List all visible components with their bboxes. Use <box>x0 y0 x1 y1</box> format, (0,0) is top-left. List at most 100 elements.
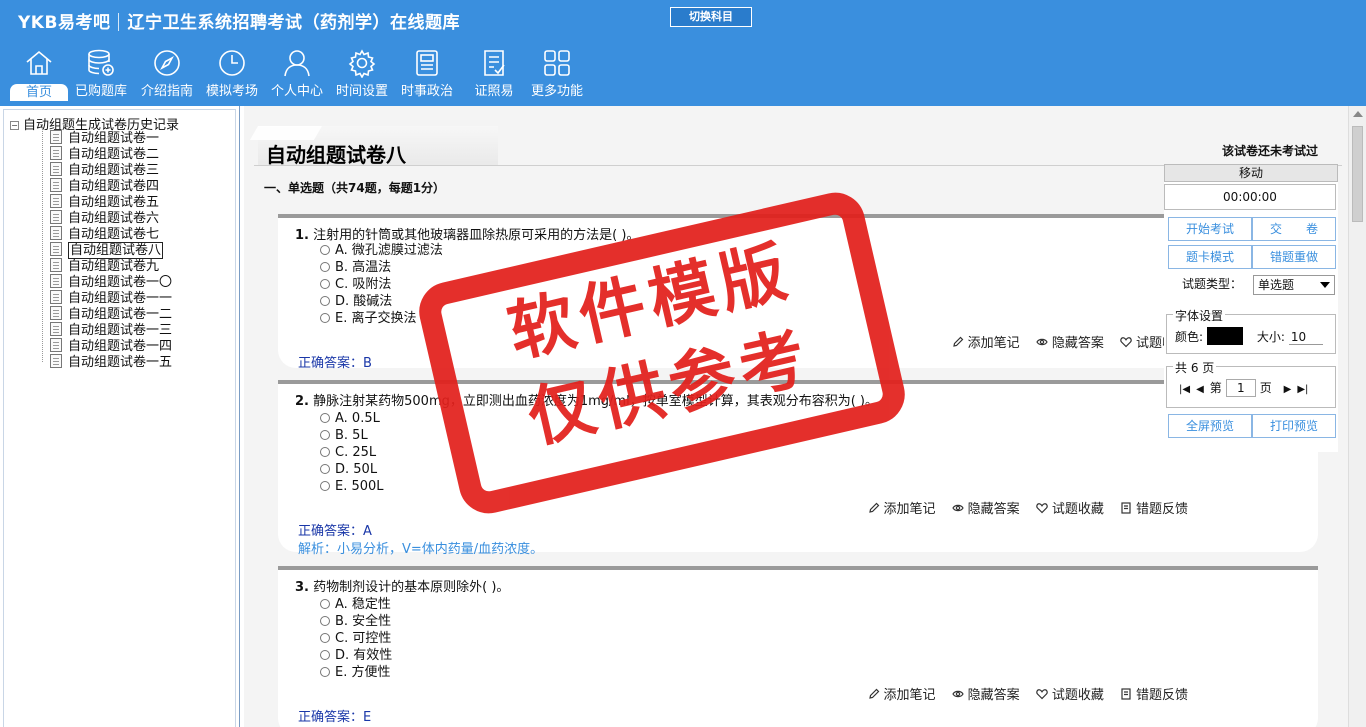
tree-item[interactable]: 自动组题试卷一〇 <box>50 274 172 290</box>
option-radio[interactable]: A. 稳定性 <box>320 596 391 613</box>
option-radio[interactable]: D. 酸碱法 <box>320 293 392 310</box>
tree-item[interactable]: 自动组题试卷四 <box>50 178 159 194</box>
radio-icon[interactable] <box>320 313 330 323</box>
add-note-button[interactable]: 添加笔记 <box>868 498 936 517</box>
nav-more[interactable]: 更多功能 <box>526 48 588 104</box>
nav-profile-label: 个人中心 <box>270 84 323 99</box>
tree-item[interactable]: 自动组题试卷六 <box>50 210 159 226</box>
hide-answer-button[interactable]: 隐藏答案 <box>951 498 1020 517</box>
prev-page-icon[interactable]: ◀ <box>1196 384 1204 395</box>
radio-icon[interactable] <box>320 599 330 609</box>
radio-icon[interactable] <box>320 296 330 306</box>
radio-icon[interactable] <box>320 245 330 255</box>
radio-icon[interactable] <box>320 481 330 491</box>
nav-time-settings[interactable]: 时间设置 <box>331 48 393 104</box>
eye-icon <box>951 690 964 698</box>
submit-button[interactable]: 交 卷 <box>1252 217 1336 241</box>
report-error-button[interactable]: 错题反馈 <box>1120 684 1188 703</box>
tree-item[interactable]: 自动组题试卷二 <box>50 146 159 162</box>
option-radio[interactable]: A. 微孔滤膜过滤法 <box>320 242 443 259</box>
card-mode-button[interactable]: 题卡模式 <box>1168 245 1252 269</box>
next-page-icon[interactable]: ▶ <box>1284 384 1292 395</box>
nav-exam[interactable]: 模拟考场 <box>201 48 263 104</box>
radio-icon[interactable] <box>320 616 330 626</box>
color-swatch[interactable] <box>1207 327 1244 345</box>
nav-certificate[interactable]: 证照易 <box>463 48 525 104</box>
scroll-up-icon[interactable] <box>1353 111 1363 117</box>
tree-item-label: 自动组题试卷四 <box>68 179 160 194</box>
option-radio[interactable]: B. 安全性 <box>320 613 391 630</box>
nav-home[interactable]: 首页 <box>8 48 70 104</box>
option-radio[interactable]: C. 可控性 <box>320 630 391 647</box>
tree-item[interactable]: 自动组题试卷七 <box>50 226 159 242</box>
print-preview-button[interactable]: 打印预览 <box>1252 414 1336 438</box>
radio-icon[interactable] <box>320 633 330 643</box>
hide-answer-button[interactable]: 隐藏答案 <box>951 684 1020 703</box>
pencil-icon <box>952 336 964 347</box>
nav-guide-label: 介绍指南 <box>140 84 193 99</box>
start-exam-button[interactable]: 开始考试 <box>1168 217 1252 241</box>
question-actions: 添加笔记 隐藏答案 试题收藏 <box>940 332 1188 351</box>
add-note-button[interactable]: 添加笔记 <box>952 332 1020 351</box>
correct-answer: 正确答案：B <box>298 356 372 371</box>
option-radio[interactable]: E. 500L <box>320 478 384 495</box>
tree-item[interactable]: 自动组题试卷一五 <box>50 354 172 370</box>
option-radio[interactable]: B. 高温法 <box>320 259 391 276</box>
size-input[interactable]: 10 <box>1288 330 1323 345</box>
tree-item[interactable]: 自动组题试卷一一 <box>50 290 172 306</box>
collapse-icon[interactable]: − <box>10 121 19 130</box>
radio-icon[interactable] <box>320 413 330 423</box>
option-radio[interactable]: C. 25L <box>320 444 376 461</box>
favorite-button[interactable]: 试题收藏 <box>1036 684 1104 703</box>
tree-item[interactable]: 自动组题试卷一 <box>50 130 159 146</box>
tree-item[interactable]: 自动组题试卷三 <box>50 162 159 178</box>
radio-icon[interactable] <box>320 279 330 289</box>
tree-item[interactable]: 自动组题试卷五 <box>50 194 159 210</box>
tree-item[interactable]: 自动组题试卷一三 <box>50 322 172 338</box>
nav-purchased[interactable]: 已购题库 <box>70 48 132 104</box>
redo-wrong-button[interactable]: 错题重做 <box>1252 245 1336 269</box>
user-icon <box>284 50 310 77</box>
exam-timer: 00:00:00 <box>1164 184 1336 210</box>
pagination-legend: 共 6 页 <box>1173 359 1217 376</box>
nav-guide[interactable]: 介绍指南 <box>136 48 198 104</box>
add-note-button[interactable]: 添加笔记 <box>868 684 936 703</box>
fullscreen-preview-button[interactable]: 全屏预览 <box>1168 414 1252 438</box>
database-icon <box>88 49 114 76</box>
vertical-scrollbar[interactable] <box>1348 106 1366 727</box>
eye-icon <box>951 504 964 512</box>
radio-icon[interactable] <box>320 464 330 474</box>
hide-answer-button[interactable]: 隐藏答案 <box>1036 332 1104 351</box>
scrollbar-thumb[interactable] <box>1352 126 1363 222</box>
tree-item-selected[interactable]: 自动组题试卷八 <box>50 242 164 259</box>
option-label: D. 50L <box>335 462 378 477</box>
option-radio[interactable]: E. 方便性 <box>320 664 390 681</box>
radio-icon[interactable] <box>320 430 330 440</box>
radio-icon[interactable] <box>320 650 330 660</box>
last-page-icon[interactable]: ▶| <box>1297 384 1308 395</box>
option-radio[interactable]: B. 5L <box>320 427 368 444</box>
radio-icon[interactable] <box>320 262 330 272</box>
tree-item-label: 自动组题试卷一五 <box>68 355 173 370</box>
page-input[interactable]: 1 <box>1225 379 1256 397</box>
report-error-button[interactable]: 错题反馈 <box>1120 498 1188 517</box>
option-radio[interactable]: D. 50L <box>320 461 377 478</box>
move-handle[interactable]: 移动 <box>1164 164 1338 182</box>
tree-item[interactable]: 自动组题试卷九 <box>50 258 159 274</box>
tree-item[interactable]: 自动组题试卷一四 <box>50 338 172 354</box>
document-icon <box>50 274 62 288</box>
nav-current-affairs[interactable]: 时事政治 <box>396 48 458 104</box>
option-label: E. 方便性 <box>335 665 391 680</box>
nav-profile[interactable]: 个人中心 <box>266 48 328 104</box>
radio-icon[interactable] <box>320 667 330 677</box>
question-type-select[interactable]: 单选题 <box>1253 275 1335 295</box>
first-page-icon[interactable]: |◀ <box>1179 384 1190 395</box>
switch-subject-button[interactable]: 切换科目 <box>670 7 752 27</box>
option-radio[interactable]: A. 0.5L <box>320 410 380 427</box>
radio-icon[interactable] <box>320 447 330 457</box>
tree-item[interactable]: 自动组题试卷一二 <box>50 306 172 322</box>
favorite-button[interactable]: 试题收藏 <box>1036 498 1104 517</box>
option-radio[interactable]: C. 吸附法 <box>320 276 391 293</box>
option-radio[interactable]: D. 有效性 <box>320 647 392 664</box>
option-radio[interactable]: E. 离子交换法 <box>320 310 416 327</box>
